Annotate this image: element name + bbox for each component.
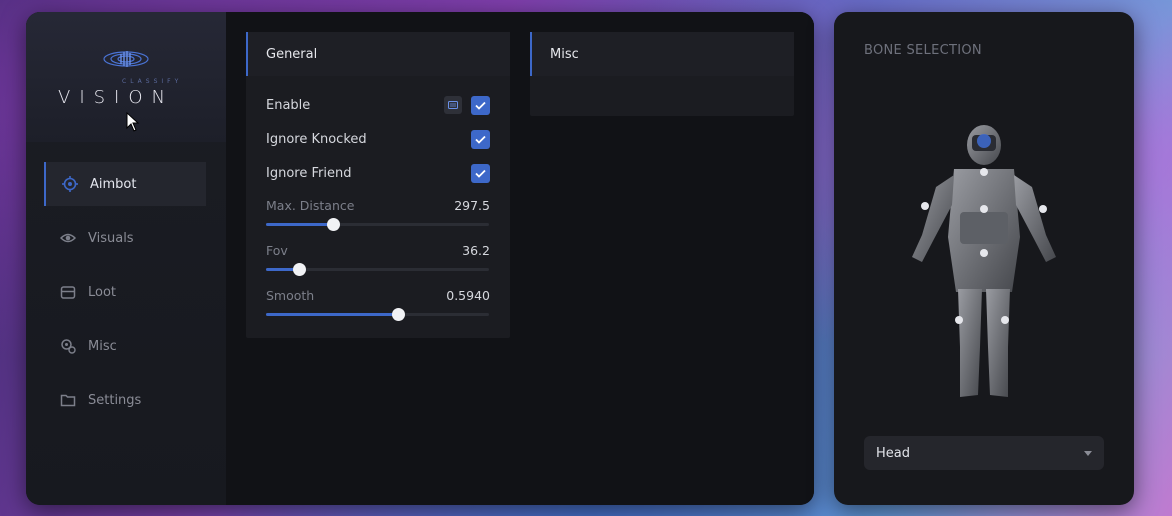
slider-fill xyxy=(266,223,333,226)
ignore-friend-checkbox[interactable] xyxy=(471,163,490,183)
gear-puzzle-icon xyxy=(61,339,76,354)
target-icon xyxy=(62,176,78,192)
slider-label-fov: Fov 36.2 xyxy=(266,243,490,258)
general-card-title: General xyxy=(246,32,510,76)
smooth-slider[interactable] xyxy=(266,308,489,321)
sidebar-item-settings[interactable]: Settings xyxy=(44,378,206,422)
chevron-down-icon xyxy=(1084,450,1092,456)
chest-icon xyxy=(60,286,76,299)
keyboard-icon xyxy=(448,101,458,109)
fov-slider[interactable] xyxy=(266,263,489,276)
sidebar-item-label: Loot xyxy=(88,284,117,300)
slider-label-max-distance: Max. Distance 297.5 xyxy=(266,198,490,213)
slider-label-smooth: Smooth 0.5940 xyxy=(266,288,490,303)
logo-area: CLASSIFY VISION xyxy=(26,12,226,142)
slider-value: 36.2 xyxy=(462,243,490,258)
logo-subtitle: CLASSIFY xyxy=(122,78,183,85)
sidebar-item-label: Settings xyxy=(88,392,142,408)
toggle-row-ignore-friend: Ignore Friend xyxy=(266,163,490,183)
bone-select-value: Head xyxy=(876,445,910,461)
bone-select-dropdown[interactable]: Head xyxy=(864,436,1104,470)
sidebar-item-label: Misc xyxy=(88,338,117,354)
sidebar-item-visuals[interactable]: Visuals xyxy=(44,216,206,260)
slider-thumb[interactable] xyxy=(293,263,307,276)
toggle-label: Ignore Knocked xyxy=(266,131,367,147)
checkmark-icon xyxy=(475,135,486,144)
soundwave-logo-icon xyxy=(102,50,150,72)
ignore-knocked-checkbox[interactable] xyxy=(471,129,490,149)
general-card: General Enable Ignore Knocked Ignore Fri… xyxy=(246,32,510,338)
sidebar-item-label: Aimbot xyxy=(90,176,137,192)
mouse-cursor-icon xyxy=(126,111,140,136)
main-window: CLASSIFY VISION Aimbot Visuals Loot Misc… xyxy=(26,12,814,505)
checkmark-icon xyxy=(475,101,486,110)
logo-title: VISION xyxy=(58,87,174,108)
slider-value: 0.5940 xyxy=(446,288,490,303)
bone-selection-panel: BONE SELECTION Head xyxy=(834,12,1134,505)
toggle-row-enable: Enable xyxy=(266,95,490,115)
sidebar-item-aimbot[interactable]: Aimbot xyxy=(44,162,206,206)
sidebar-item-label: Visuals xyxy=(88,230,134,246)
character-model xyxy=(894,117,1074,411)
checkmark-icon xyxy=(475,169,486,178)
sidebar-item-misc[interactable]: Misc xyxy=(44,324,206,368)
slider-value: 297.5 xyxy=(454,198,490,213)
sidebar: CLASSIFY VISION Aimbot Visuals Loot Misc… xyxy=(26,12,226,505)
slider-thumb[interactable] xyxy=(326,218,340,231)
misc-card: Misc xyxy=(530,32,794,116)
slider-name: Smooth xyxy=(266,288,315,303)
content-area: General Enable Ignore Knocked Ignore Fri… xyxy=(226,12,814,505)
slider-name: Fov xyxy=(266,243,288,258)
enable-checkbox[interactable] xyxy=(471,95,490,115)
sidebar-item-loot[interactable]: Loot xyxy=(44,270,206,314)
toggle-row-ignore-knocked: Ignore Knocked xyxy=(266,129,490,149)
slider-name: Max. Distance xyxy=(266,198,355,213)
eye-icon xyxy=(60,233,76,243)
max-distance-slider[interactable] xyxy=(266,218,489,231)
bone-point[interactable] xyxy=(977,134,991,148)
bone-selection-title: BONE SELECTION xyxy=(864,43,982,58)
slider-thumb[interactable] xyxy=(391,308,405,321)
slider-fill xyxy=(266,313,398,316)
toggle-label: Ignore Friend xyxy=(266,165,352,181)
folder-icon xyxy=(60,394,76,407)
toggle-label: Enable xyxy=(266,97,311,113)
misc-card-title: Misc xyxy=(530,32,794,76)
keybind-button[interactable] xyxy=(444,96,462,114)
